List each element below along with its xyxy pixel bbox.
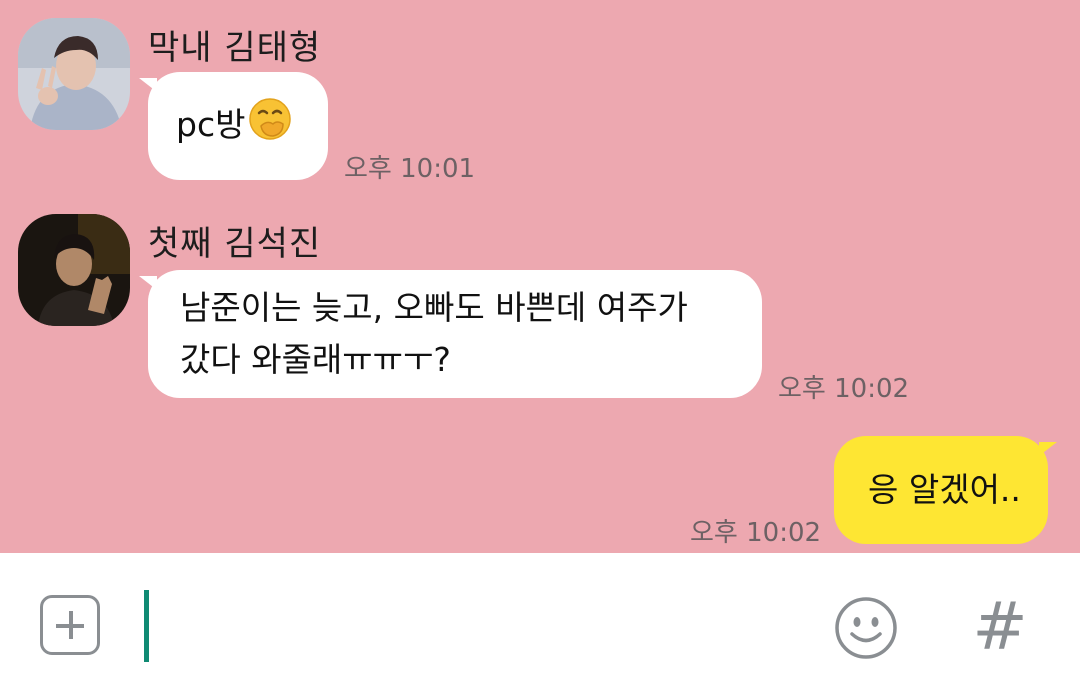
emoji-icon[interactable] bbox=[833, 595, 899, 661]
hashtag-icon[interactable]: # bbox=[970, 587, 1030, 667]
sender-name: 첫째 김석진 bbox=[148, 224, 322, 264]
face-with-hand-over-mouth-icon bbox=[247, 96, 293, 157]
message-bubble[interactable]: pc방 bbox=[139, 72, 328, 180]
avatar[interactable] bbox=[18, 214, 130, 326]
message-text: 응 알겠어.. bbox=[868, 470, 1021, 509]
avatar[interactable] bbox=[18, 18, 130, 130]
text-caret bbox=[144, 590, 149, 662]
message-text: pc방 bbox=[176, 105, 246, 144]
message-bubble[interactable]: 응 알겠어.. bbox=[834, 436, 1057, 544]
message-bubble[interactable]: 남준이는 늦고, 오빠도 바쁜데 여주가 갔다 와줄래ㅠㅠㅜ? bbox=[139, 270, 762, 398]
message-input[interactable] bbox=[140, 583, 780, 665]
message-timestamp: 오후 10:01 bbox=[344, 154, 476, 184]
message-text-line: 남준이는 늦고, 오빠도 바쁜데 여주가 bbox=[180, 288, 688, 327]
plus-icon[interactable] bbox=[40, 595, 100, 655]
message-text-line: 갔다 와줄래ㅠㅠㅜ? bbox=[180, 340, 451, 379]
message-timestamp: 오후 10:02 bbox=[778, 374, 910, 404]
message-timestamp: 오후 10:02 bbox=[690, 518, 822, 548]
input-bar: # bbox=[0, 553, 1080, 698]
sender-name: 막내 김태형 bbox=[148, 28, 322, 68]
chat-area[interactable]: 막내 김태형 pc방 오후 10:01 첫째 김석진 남준이는 늦고, 오빠도 … bbox=[0, 0, 1080, 553]
